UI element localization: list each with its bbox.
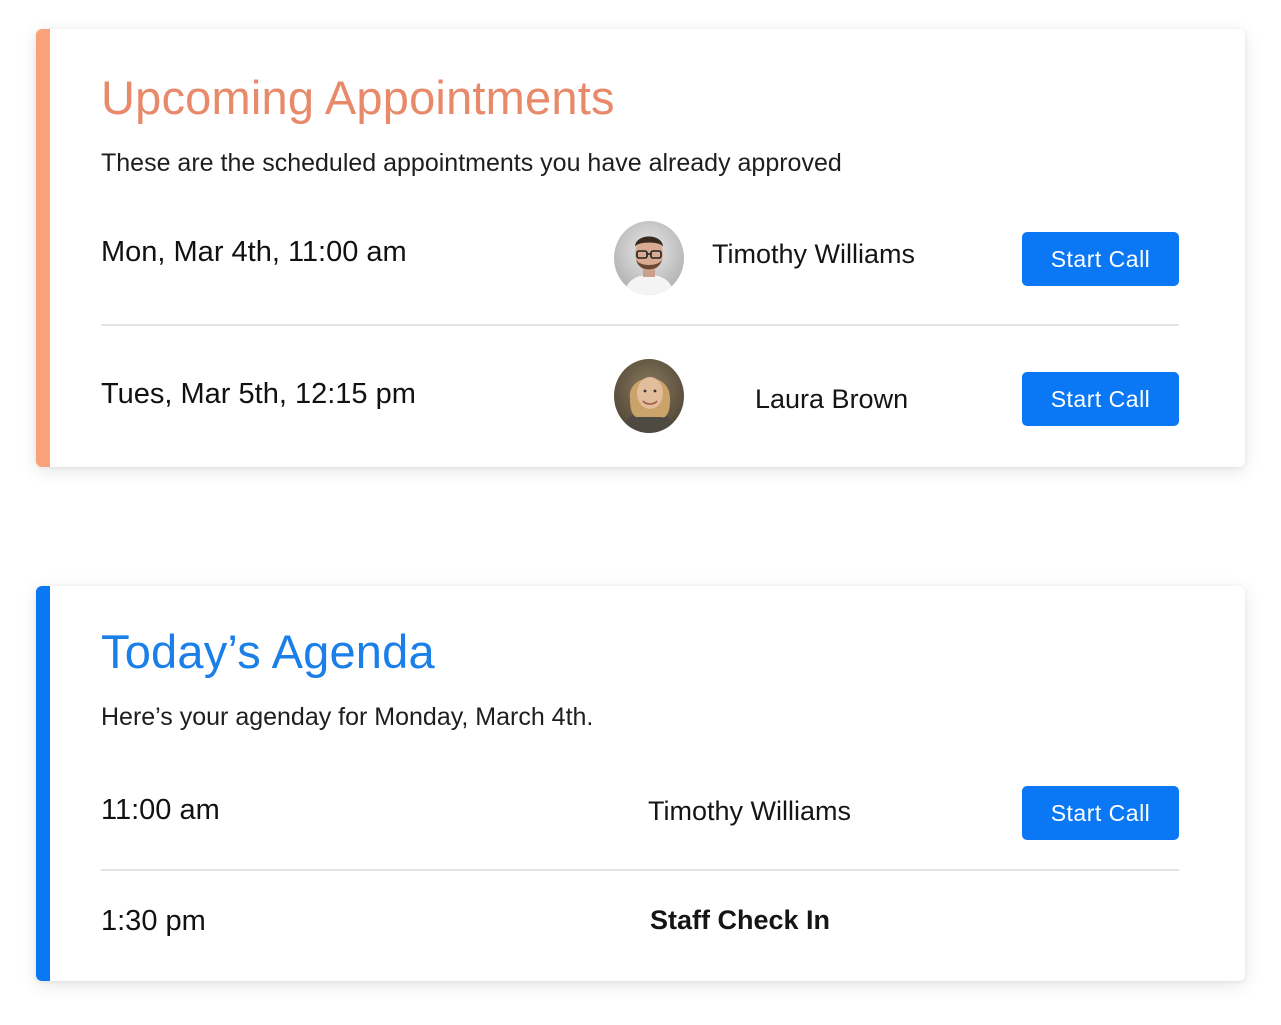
agenda-row: 11:00 am Timothy Williams Start Call	[101, 778, 1179, 848]
start-call-button[interactable]: Start Call	[1022, 232, 1179, 286]
person-name: Laura Brown	[755, 384, 909, 414]
avatar	[614, 221, 684, 295]
agenda-row: 1:30 pm Staff Check In	[101, 891, 1179, 951]
start-call-button[interactable]: Start Call	[1022, 786, 1179, 840]
card-title: Today’s Agenda	[101, 625, 435, 678]
todays-agenda-card: Today’s Agenda Here’s your agenday for M…	[36, 586, 1245, 981]
row-divider	[101, 324, 1179, 326]
card-accent-bar	[36, 586, 50, 981]
card-accent-bar	[36, 29, 50, 467]
avatar	[614, 359, 684, 433]
start-call-button[interactable]: Start Call	[1022, 372, 1179, 426]
appointment-row: Tues, Mar 5th, 12:15 pm Laura Brown Star…	[101, 356, 1179, 446]
card-subtitle: These are the scheduled appointments you…	[101, 149, 842, 177]
person-name: Timothy Williams	[712, 239, 916, 269]
agenda-item-name: Timothy Williams	[648, 796, 852, 826]
agenda-time: 1:30 pm	[101, 905, 206, 937]
appointment-datetime: Mon, Mar 4th, 11:00 am	[101, 236, 407, 268]
appointment-row: Mon, Mar 4th, 11:00 am Timothy Williams …	[101, 216, 1179, 306]
woman-avatar-icon	[614, 359, 684, 433]
card-subtitle: Here’s your agenday for Monday, March 4t…	[101, 703, 594, 731]
agenda-time: 11:00 am	[101, 794, 220, 826]
agenda-item-name: Staff Check In	[650, 905, 831, 935]
man-avatar-icon	[614, 221, 684, 295]
upcoming-appointments-card: Upcoming Appointments These are the sche…	[36, 29, 1245, 467]
card-title: Upcoming Appointments	[101, 71, 615, 124]
appointment-datetime: Tues, Mar 5th, 12:15 pm	[101, 378, 416, 410]
row-divider	[101, 869, 1179, 871]
